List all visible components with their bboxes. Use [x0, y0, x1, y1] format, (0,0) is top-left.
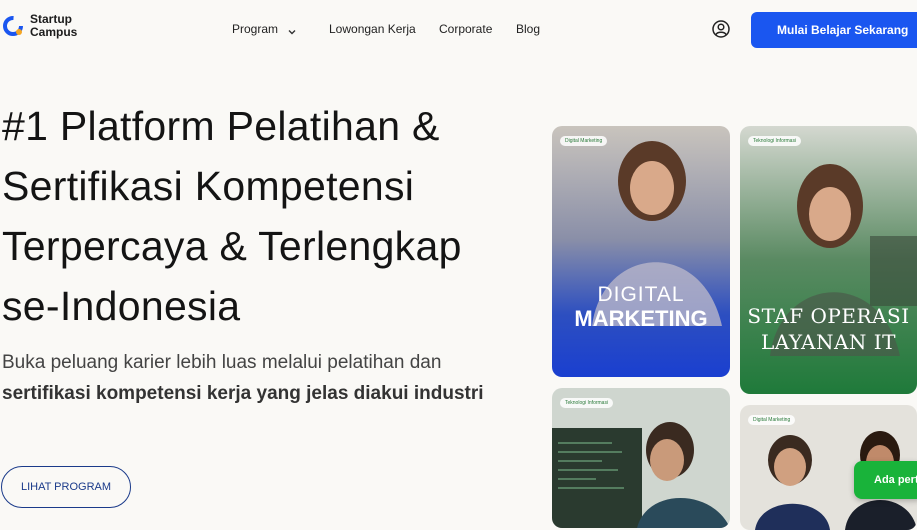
card-tag: Digital Marketing — [748, 415, 796, 425]
hero-title-line: Sertifikasi Kompetensi — [2, 163, 415, 209]
card-title-line2: LAYANAN IT — [760, 330, 897, 354]
brand-name-line2: Campus — [30, 25, 78, 39]
card-tag: Teknologi Informasi — [560, 398, 614, 408]
program-card-it-operations[interactable]: Teknologi Informasi STAF OPERASI LAYANAN… — [740, 126, 917, 394]
nav-corporate[interactable]: Corporate — [439, 22, 492, 36]
hero-subtitle-plain: Buka peluang karier lebih luas melalui p… — [2, 352, 442, 373]
user-icon[interactable] — [712, 20, 730, 38]
nav-blog[interactable]: Blog — [516, 22, 540, 36]
nav-jobs[interactable]: Lowongan Kerja — [329, 22, 416, 36]
card-title-line2: MARKETING — [574, 306, 708, 331]
hero-subtitle: Buka peluang karier lebih luas melalui p… — [2, 347, 532, 409]
hero-title-line: se-Indonesia — [2, 283, 241, 329]
start-learning-button[interactable]: Mulai Belajar Sekarang — [751, 12, 917, 48]
card-title-line1: STAF OPERASI — [747, 304, 910, 328]
hero-title: #1 Platform Pelatihan & Sertifikasi Komp… — [2, 96, 532, 336]
card-title-line1: DIGITAL — [597, 283, 685, 306]
card-tag: Teknologi Informasi — [748, 136, 802, 146]
program-card-it[interactable]: Teknologi Informasi — [552, 388, 730, 528]
logo-icon — [2, 15, 24, 37]
hero-subtitle-bold: sertifikasi kompetensi kerja yang jelas … — [2, 383, 484, 404]
hero-title-line: #1 Platform Pelatihan & — [2, 103, 440, 149]
program-card-digital-marketing[interactable]: Digital Marketing DIGITAL MARKETING — [552, 126, 730, 377]
brand-name: Startup Campus — [30, 13, 77, 39]
help-chat-button[interactable]: Ada pert — [854, 461, 917, 499]
view-program-button[interactable]: LIHAT PROGRAM — [1, 466, 131, 508]
brand-logo[interactable]: Startup Campus — [2, 13, 77, 39]
card-tag: Digital Marketing — [560, 136, 608, 146]
hero-title-line: Terpercaya & Terlengkap — [2, 223, 462, 269]
chevron-down-icon[interactable] — [287, 24, 297, 35]
nav-program[interactable]: Program — [232, 22, 278, 36]
